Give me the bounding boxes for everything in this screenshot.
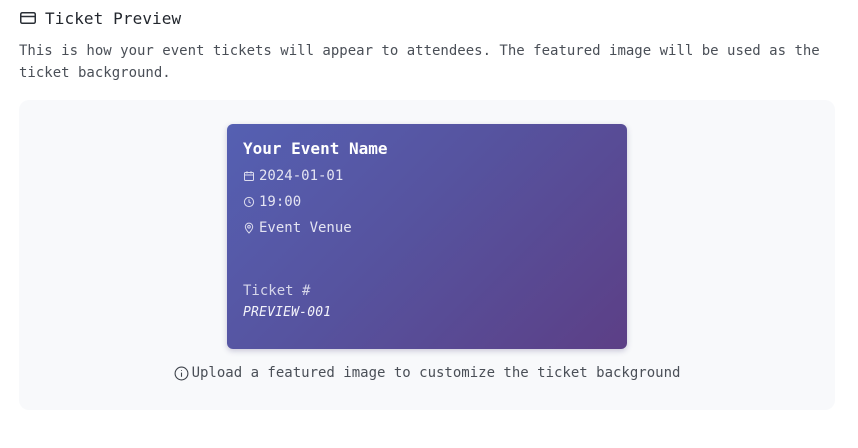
ticket-time-row: 19:00 (243, 194, 301, 210)
section-header: Ticket Preview (19, 6, 181, 30)
ticket-venue: Event Venue (259, 220, 352, 236)
calendar-icon (243, 170, 255, 182)
section-description: This is how your event tickets will appe… (19, 43, 820, 81)
upload-hint: Upload a featured image to customize the… (19, 365, 835, 381)
ticket-time: 19:00 (259, 194, 302, 210)
map-pin-icon (243, 222, 255, 234)
ticket-date-row: 2024-01-01 (243, 168, 343, 184)
credit-card-icon (19, 9, 37, 27)
section-title: Ticket Preview (45, 8, 182, 28)
ticket-venue-row: Event Venue (243, 220, 352, 236)
info-icon (174, 366, 189, 381)
ticket-number: PREVIEW-001 (243, 305, 332, 320)
ticket-preview-panel: Your Event Name 2024-01-01 19:00 Event V… (19, 100, 835, 410)
ticket-number-label: Ticket # (243, 283, 311, 299)
ticket-date: 2024-01-01 (259, 168, 344, 184)
upload-hint-text: Upload a featured image to customize the… (191, 365, 681, 381)
ticket-card: Your Event Name 2024-01-01 19:00 Event V… (227, 124, 627, 349)
ticket-event-name: Your Event Name (243, 139, 388, 158)
clock-icon (243, 196, 255, 208)
